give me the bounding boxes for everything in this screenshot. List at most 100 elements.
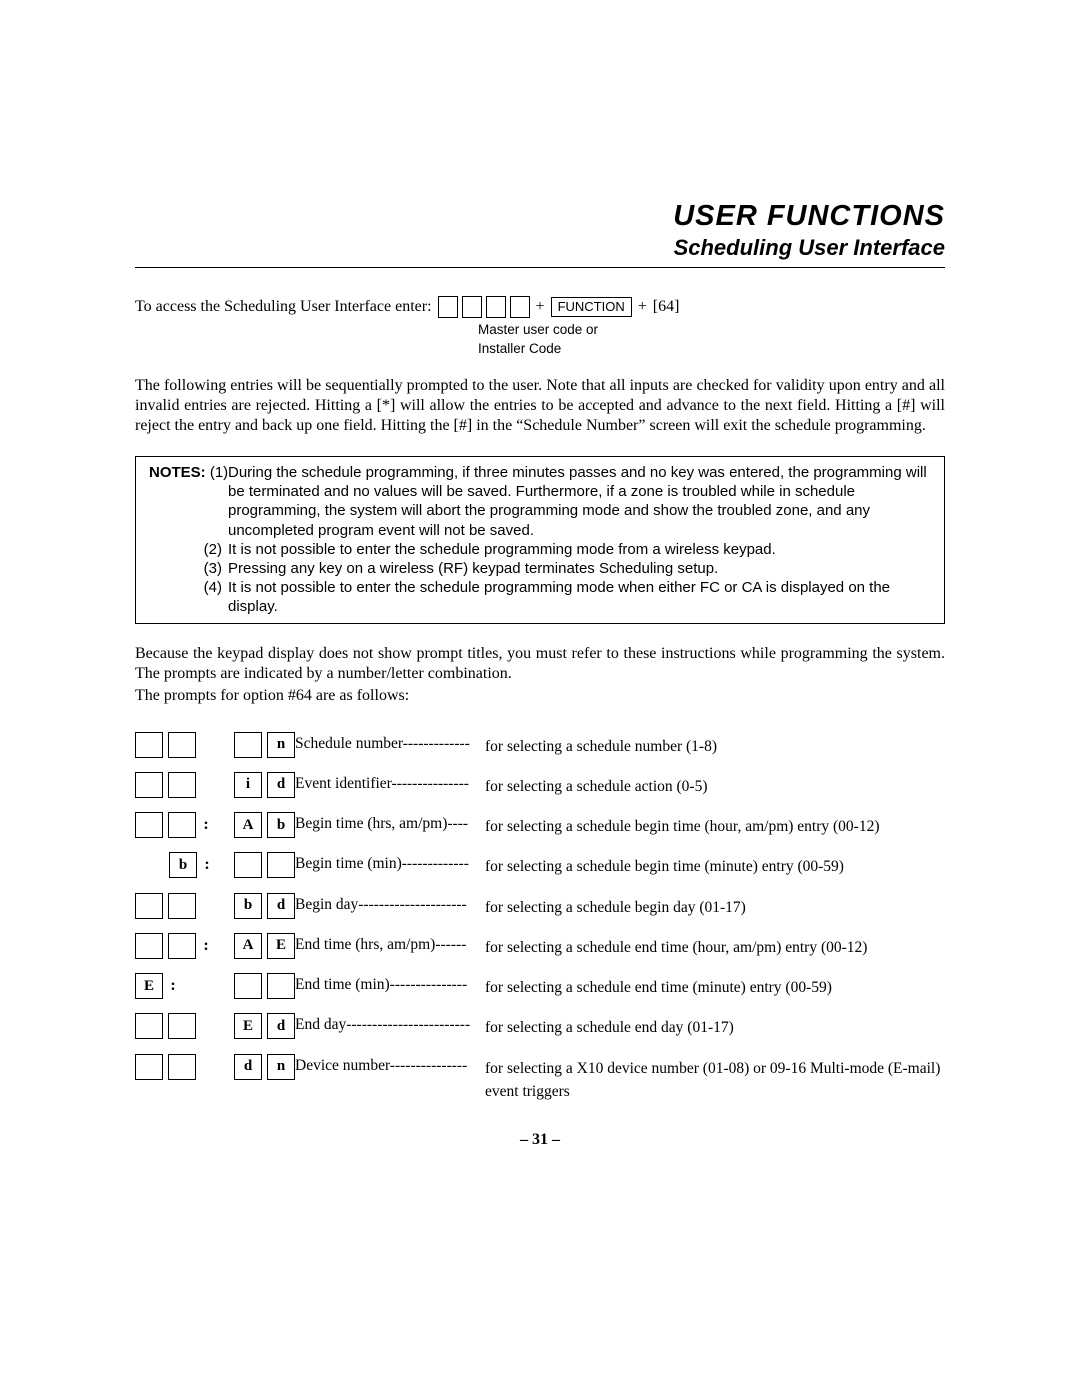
prompt-label: Event identifier--------------- bbox=[295, 772, 485, 793]
notes-row: NOTES: (1) During the schedule programmi… bbox=[146, 463, 934, 540]
display-cell bbox=[168, 772, 196, 798]
display-cell: b bbox=[234, 893, 262, 919]
notes-text: Pressing any key on a wireless (RF) keyp… bbox=[228, 559, 934, 578]
page-title: USER FUNCTIONS bbox=[135, 200, 945, 233]
display-cell bbox=[135, 933, 163, 959]
display-cell bbox=[168, 732, 196, 758]
prompt-display-boxes: b : bbox=[135, 852, 295, 878]
document-page: USER FUNCTIONS Scheduling User Interface… bbox=[135, 200, 945, 1149]
prompt-description: for selecting a schedule end time (hour,… bbox=[485, 933, 945, 959]
header-rule bbox=[135, 267, 945, 268]
display-cell bbox=[135, 812, 163, 838]
prompt-description: for selecting a schedule end time (minut… bbox=[485, 973, 945, 999]
prompt-table: n Schedule number------------- for selec… bbox=[135, 732, 945, 1104]
prompt-label: Schedule number------------- bbox=[295, 732, 485, 753]
prompt-row: b d Begin day--------------------- for s… bbox=[135, 893, 945, 919]
display-cell: i bbox=[234, 772, 262, 798]
prompt-display-boxes: E : bbox=[135, 973, 295, 999]
code-caption-wrap: Master user code or Installer Code bbox=[135, 322, 945, 356]
prompt-label: Device number--------------- bbox=[295, 1054, 485, 1075]
prompt-description: for selecting a schedule begin time (min… bbox=[485, 852, 945, 878]
display-cell: A bbox=[234, 812, 262, 838]
colon-separator: : bbox=[168, 977, 178, 995]
prompt-display-boxes: d n bbox=[135, 1054, 295, 1080]
notes-label: NOTES: bbox=[149, 464, 206, 481]
prompt-description: for selecting a schedule begin time (hou… bbox=[485, 812, 945, 838]
display-cell bbox=[168, 812, 196, 838]
prompt-row: E d End day------------------------ for … bbox=[135, 1013, 945, 1039]
prompt-display-boxes: : A b bbox=[135, 812, 295, 838]
prompt-label: End day------------------------ bbox=[295, 1013, 485, 1034]
display-cell: d bbox=[267, 893, 295, 919]
notes-row: (4) It is not possible to enter the sche… bbox=[146, 578, 934, 616]
display-cell: A bbox=[234, 933, 262, 959]
prompt-display-boxes: E d bbox=[135, 1013, 295, 1039]
notes-box: NOTES: (1) During the schedule programmi… bbox=[135, 456, 945, 624]
display-cell bbox=[168, 933, 196, 959]
display-cell: b bbox=[267, 812, 295, 838]
colon-separator: : bbox=[202, 856, 212, 874]
display-cell bbox=[135, 1054, 163, 1080]
display-cell bbox=[168, 893, 196, 919]
display-cell bbox=[234, 732, 262, 758]
prompt-label: Begin day--------------------- bbox=[295, 893, 485, 914]
prompt-row: : A E End time (hrs, am/pm)------ for se… bbox=[135, 933, 945, 959]
display-cell bbox=[234, 852, 262, 878]
prompt-description: for selecting a schedule number (1-8) bbox=[485, 732, 945, 758]
page-subtitle: Scheduling User Interface bbox=[135, 235, 945, 261]
code-caption-line: Installer Code bbox=[478, 341, 945, 356]
display-cell bbox=[135, 772, 163, 798]
notes-number: (4) bbox=[146, 578, 228, 616]
option-code: [64] bbox=[653, 298, 680, 316]
prompt-description: for selecting a schedule begin day (01-1… bbox=[485, 893, 945, 919]
display-cell bbox=[234, 973, 262, 999]
notes-index: (1) bbox=[210, 464, 228, 481]
prompt-row: E : End time (min)--------------- for se… bbox=[135, 973, 945, 999]
code-digit-box bbox=[510, 296, 530, 318]
code-caption-line: Master user code or bbox=[478, 322, 945, 337]
prompts-intro: The prompts for option #64 are as follow… bbox=[135, 686, 945, 706]
section-header: USER FUNCTIONS Scheduling User Interface bbox=[135, 200, 945, 261]
guidance-paragraph: Because the keypad display does not show… bbox=[135, 644, 945, 684]
display-cell bbox=[267, 973, 295, 999]
plus-sign: + bbox=[638, 298, 647, 316]
code-digit-box bbox=[462, 296, 482, 318]
prompt-row: n Schedule number------------- for selec… bbox=[135, 732, 945, 758]
plus-sign: + bbox=[536, 298, 545, 316]
notes-text: It is not possible to enter the schedule… bbox=[228, 578, 934, 616]
prompt-label: End time (hrs, am/pm)------ bbox=[295, 933, 485, 954]
prompt-label: Begin time (hrs, am/pm)---- bbox=[295, 812, 485, 833]
notes-text: It is not possible to enter the schedule… bbox=[228, 540, 934, 559]
prompt-row: : A b Begin time (hrs, am/pm)---- for se… bbox=[135, 812, 945, 838]
access-instruction-line: To access the Scheduling User Interface … bbox=[135, 296, 945, 318]
display-cell: d bbox=[267, 772, 295, 798]
display-cell: E bbox=[135, 973, 163, 999]
display-cell bbox=[135, 893, 163, 919]
prompt-row: b : Begin time (min)------------- for se… bbox=[135, 852, 945, 878]
prompt-display-boxes: i d bbox=[135, 772, 295, 798]
prompt-display-boxes: n bbox=[135, 732, 295, 758]
display-cell: E bbox=[267, 933, 295, 959]
notes-text: During the schedule programming, if thre… bbox=[228, 463, 934, 540]
display-cell bbox=[135, 732, 163, 758]
code-digit-box bbox=[486, 296, 506, 318]
intro-paragraph: The following entries will be sequential… bbox=[135, 376, 945, 436]
code-digit-box bbox=[438, 296, 458, 318]
code-digit-boxes bbox=[438, 296, 530, 318]
notes-row: (3) Pressing any key on a wireless (RF) … bbox=[146, 559, 934, 578]
prompt-description: for selecting a schedule action (0-5) bbox=[485, 772, 945, 798]
display-cell: n bbox=[267, 732, 295, 758]
notes-number: (3) bbox=[146, 559, 228, 578]
function-key: FUNCTION bbox=[551, 297, 632, 317]
display-cell bbox=[135, 1013, 163, 1039]
page-number: – 31 – bbox=[135, 1131, 945, 1149]
display-cell bbox=[267, 852, 295, 878]
display-cell: n bbox=[267, 1054, 295, 1080]
notes-number: NOTES: (1) bbox=[146, 463, 228, 540]
access-prefix-text: To access the Scheduling User Interface … bbox=[135, 298, 432, 316]
display-cell: d bbox=[234, 1054, 262, 1080]
display-cell bbox=[168, 1013, 196, 1039]
display-cell: E bbox=[234, 1013, 262, 1039]
notes-row: (2) It is not possible to enter the sche… bbox=[146, 540, 934, 559]
display-cell: b bbox=[169, 852, 197, 878]
